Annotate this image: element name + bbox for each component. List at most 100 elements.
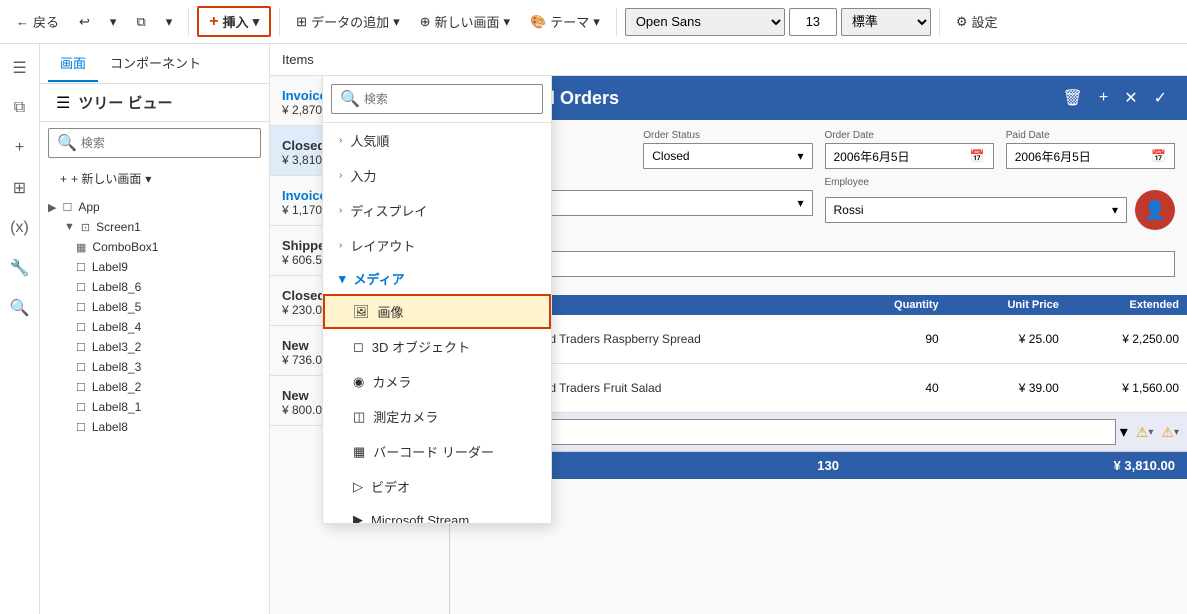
nw-header: Northwind Orders 🗑 + ✕ ✓ — [450, 76, 1187, 120]
tree-icon-label8-2: ☐ — [76, 381, 86, 394]
measure-camera-icon: ◫ — [353, 409, 365, 425]
arrow-icon-input: › — [339, 170, 342, 181]
hamburger-icon-btn[interactable]: ☰ — [4, 52, 36, 84]
customer-chevron: ▾ — [797, 196, 803, 210]
employee-select[interactable]: Rossi ▾ — [825, 197, 1128, 223]
order-status-select[interactable]: Closed ▾ — [643, 143, 812, 169]
insert-plus-icon: + — [209, 13, 218, 31]
theme-button[interactable]: 🎨 テーマ ▾ — [522, 8, 608, 35]
search-dropdown-icon[interactable]: ▾ — [1120, 422, 1128, 442]
dropdown-label-display: ディスプレイ — [350, 201, 427, 220]
tree-search-icon: 🔍 — [57, 133, 77, 153]
data-add-button[interactable]: ⊞ データの追加 ▾ — [288, 8, 407, 35]
tree-icon-label8-1: ☐ — [76, 401, 86, 414]
tree-hamburger-icon[interactable]: ☰ — [56, 93, 70, 113]
font-size-input[interactable] — [789, 8, 837, 36]
new-screen-tree-icon: + — [60, 172, 67, 186]
barcode-icon: ▦ — [353, 444, 365, 460]
product-price-2: ¥ 39.00 — [939, 381, 1059, 395]
search-side-icon-btn[interactable]: 🔍 — [4, 292, 36, 324]
add-icon-btn[interactable]: + — [4, 132, 36, 164]
tree-item-label9[interactable]: ☐ Label9 — [40, 257, 269, 277]
paid-date-field: Paid Date 2006年6月5日 📅 — [1006, 130, 1175, 169]
dropdown-search-input[interactable] — [364, 92, 534, 106]
form-row-3: Notes — [462, 238, 1175, 277]
products-search-row: ▾ ⚠ ▾ ⚠ ▾ — [450, 413, 1187, 452]
tree-item-label8-3[interactable]: ☐ Label8_3 — [40, 357, 269, 377]
items-tab-label[interactable]: Items — [282, 52, 314, 67]
insert-button[interactable]: + 挿入 ▾ — [197, 6, 271, 37]
data-add-icon: ⊞ — [296, 14, 307, 30]
products-search-input[interactable] — [458, 419, 1116, 445]
dropdown-item-layout[interactable]: › レイアウト — [323, 228, 551, 263]
notes-input[interactable] — [462, 251, 1175, 277]
tree-icon-combobox1: ▦ — [76, 241, 86, 254]
tools-icon-btn[interactable]: 🔧 — [4, 252, 36, 284]
back-button[interactable]: ← 戻る — [8, 8, 67, 35]
tree-item-screen1[interactable]: ▼ ⊡ Screen1 — [40, 217, 269, 237]
style-select[interactable]: 標準 — [841, 8, 931, 36]
warning-icon-2: ⚠ — [1161, 424, 1174, 441]
tree-icon-app: ☐ — [62, 201, 72, 214]
tree-search-input[interactable] — [81, 136, 252, 150]
dropdown-label-popular: 人気順 — [350, 131, 389, 150]
tree-item-label8-4[interactable]: ☐ Label8_4 — [40, 317, 269, 337]
nw-confirm-btn[interactable]: ✓ — [1150, 84, 1171, 112]
nw-add-btn[interactable]: + — [1095, 85, 1112, 111]
order-status-field: Order Status Closed ▾ — [643, 130, 812, 169]
undo-icon: ↩ — [79, 14, 90, 30]
warning-chevron-1[interactable]: ▾ — [1148, 427, 1153, 438]
tree-icon-label8: ☐ — [76, 421, 86, 434]
tree-title: ツリー ビュー — [78, 92, 172, 113]
warning-chevron-2[interactable]: ▾ — [1174, 427, 1179, 438]
dropdown-subitem-stream[interactable]: ▶ Microsoft Stream — [323, 504, 551, 523]
tree-item-combobox1[interactable]: ▦ ComboBox1 — [40, 237, 269, 257]
canvas-area: Invoiced ¥ 2,870.00 › Closed ¥ 3,810.00 … — [270, 76, 1187, 614]
order-date-input[interactable]: 2006年6月5日 📅 — [825, 143, 994, 169]
new-screen-button[interactable]: ⊕ 新しい画面 ▾ — [412, 8, 518, 35]
paid-date-input[interactable]: 2006年6月5日 📅 — [1006, 143, 1175, 169]
dropdown-subitem-3d[interactable]: ◻ 3D オブジェクト — [323, 329, 551, 364]
tree-item-label8-6[interactable]: ☐ Label8_6 — [40, 277, 269, 297]
settings-button[interactable]: ⚙ 設定 — [948, 8, 1006, 35]
nw-close-btn[interactable]: ✕ — [1120, 84, 1141, 112]
product-row-2[interactable]: 🥗 Northwind Traders Fruit Salad 40 ¥ 39.… — [450, 364, 1187, 413]
dropdown-subitem-image[interactable]: 🖼 画像 — [323, 294, 551, 329]
new-screen-icon: ⊕ — [420, 14, 431, 30]
tree-icon-screen1: ⊡ — [81, 221, 90, 234]
new-screen-tree-btn[interactable]: + + 新しい画面 ▾ — [48, 166, 261, 191]
paste-dropdown[interactable]: ▾ — [158, 10, 181, 34]
paid-calendar-icon: 📅 — [1151, 149, 1166, 163]
dropdown-subitem-barcode[interactable]: ▦ バーコード リーダー — [323, 434, 551, 469]
dropdown-subitem-video[interactable]: ▷ ビデオ — [323, 469, 551, 504]
tree-item-label8-1[interactable]: ☐ Label8_1 — [40, 397, 269, 417]
dropdown-label-input: 入力 — [350, 166, 376, 185]
undo-button[interactable]: ↩ — [71, 10, 98, 34]
product-row-1[interactable]: 🍓 Northwind Traders Raspberry Spread 90 … — [450, 315, 1187, 364]
undo-dropdown[interactable]: ▾ — [102, 10, 125, 34]
dropdown-section-media[interactable]: ▾ メディア — [323, 263, 551, 294]
tree-item-label8-5[interactable]: ☐ Label8_5 — [40, 297, 269, 317]
variables-icon-btn[interactable]: (x) — [4, 212, 36, 244]
tree-item-app[interactable]: ▶ ☐ App — [40, 197, 269, 217]
dropdown-search-inner: 🔍 — [331, 84, 543, 114]
nw-delete-btn[interactable]: 🗑 — [1059, 84, 1087, 112]
dropdown-item-display[interactable]: › ディスプレイ — [323, 193, 551, 228]
tree-item-label3-2[interactable]: ☐ Label3_2 — [40, 337, 269, 357]
tab-component[interactable]: コンポーネント — [98, 45, 213, 82]
tree-item-label8-2[interactable]: ☐ Label8_2 — [40, 377, 269, 397]
dropdown-subitem-camera[interactable]: ◉ カメラ — [323, 364, 551, 399]
tree-icon-label8-3: ☐ — [76, 361, 86, 374]
tree-item-label8[interactable]: ☐ Label8 — [40, 417, 269, 437]
dropdown-item-input[interactable]: › 入力 — [323, 158, 551, 193]
product-ext-1: ¥ 2,250.00 — [1059, 332, 1179, 346]
layers-icon-btn[interactable]: ⧉ — [4, 92, 36, 124]
dropdown-item-popular[interactable]: › 人気順 — [323, 123, 551, 158]
tree-icon-label3-2: ☐ — [76, 341, 86, 354]
font-select[interactable]: Open Sans — [625, 8, 785, 36]
dropdown-subitem-measure-camera[interactable]: ◫ 測定カメラ — [323, 399, 551, 434]
copy-button[interactable]: ⧉ — [128, 10, 153, 34]
tab-screen[interactable]: 画面 — [48, 45, 98, 82]
data-icon-btn[interactable]: ⊞ — [4, 172, 36, 204]
col-header-ext: Extended — [1059, 299, 1179, 311]
